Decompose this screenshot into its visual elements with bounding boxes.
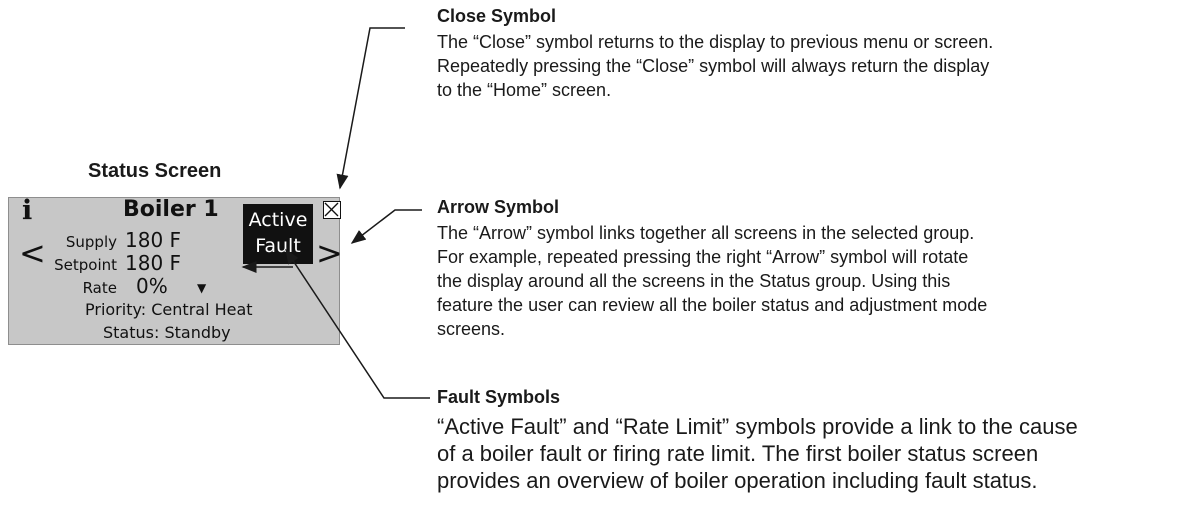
arrow-note-title: Arrow Symbol: [437, 197, 560, 217]
arrow-note-line: the display around all the screens in th…: [437, 271, 951, 291]
fault-note-title: Fault Symbols: [437, 387, 561, 407]
fault-leader-line: [285, 248, 430, 399]
close-leader-line: [336, 27, 405, 190]
fault-note-body: “Active Fault” and “Rate Limit” symbols …: [437, 413, 1187, 494]
close-note-line: Repeatedly pressing the “Close” symbol w…: [437, 56, 990, 76]
close-note-title: Close Symbol: [437, 6, 557, 26]
arrow-note-line: screens.: [437, 319, 506, 339]
fault-note-line: of a boiler fault or firing rate limit. …: [437, 441, 1039, 466]
close-note-line: to the “Home” screen.: [437, 80, 612, 100]
arrow-note-line: The “Arrow” symbol links together all sc…: [437, 223, 975, 243]
arrow-note-line: feature the user can review all the boil…: [437, 295, 988, 315]
fault-note-line: provides an overview of boiler operation…: [437, 468, 1038, 493]
fault-note-line: “Active Fault” and “Rate Limit” symbols …: [437, 414, 1078, 439]
arrow-note-body: The “Arrow” symbol links together all sc…: [437, 221, 1182, 341]
close-note-body: The “Close” symbol returns to the displa…: [437, 30, 1182, 102]
arrow-leader-line: [350, 209, 422, 244]
arrow-note-line: For example, repeated pressing the right…: [437, 247, 969, 267]
close-note-line: The “Close” symbol returns to the displa…: [437, 32, 994, 52]
